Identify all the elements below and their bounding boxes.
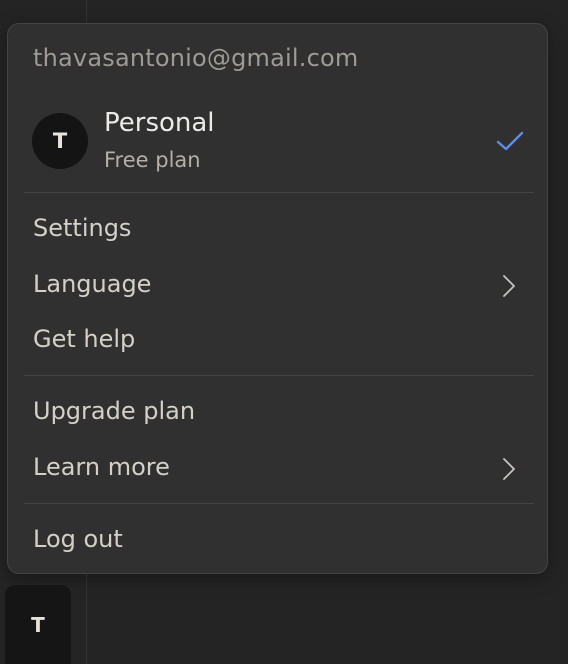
chevron-right-icon bbox=[503, 275, 515, 297]
learn-more-menu-item[interactable]: Learn more bbox=[8, 445, 547, 493]
log-out-menu-item[interactable]: Log out bbox=[8, 517, 547, 565]
menu-divider bbox=[24, 375, 534, 376]
menu-divider bbox=[24, 503, 534, 504]
upgrade-plan-menu-item[interactable]: Upgrade plan bbox=[8, 389, 547, 437]
chevron-right-icon bbox=[503, 458, 515, 480]
language-menu-item[interactable]: Language bbox=[8, 262, 547, 310]
app-background: thavasantonio@gmail.com T Personal Free … bbox=[0, 0, 568, 664]
get-help-menu-item[interactable]: Get help bbox=[8, 317, 547, 365]
account-menu: thavasantonio@gmail.com T Personal Free … bbox=[7, 23, 548, 574]
account-plan: Free plan bbox=[104, 148, 201, 172]
account-avatar: T bbox=[32, 113, 88, 169]
settings-menu-item[interactable]: Settings bbox=[8, 206, 547, 254]
log-out-label: Log out bbox=[33, 525, 123, 553]
profile-avatar-button[interactable]: T bbox=[5, 585, 71, 664]
account-email: thavasantonio@gmail.com bbox=[33, 44, 359, 72]
account-name: Personal bbox=[104, 108, 215, 138]
menu-divider bbox=[24, 192, 534, 193]
language-label: Language bbox=[33, 270, 152, 298]
get-help-label: Get help bbox=[33, 325, 136, 353]
learn-more-label: Learn more bbox=[33, 453, 170, 481]
upgrade-plan-label: Upgrade plan bbox=[33, 397, 196, 425]
personal-account-option[interactable]: T Personal Free plan bbox=[8, 102, 547, 192]
settings-label: Settings bbox=[33, 214, 132, 242]
check-icon bbox=[496, 131, 524, 151]
